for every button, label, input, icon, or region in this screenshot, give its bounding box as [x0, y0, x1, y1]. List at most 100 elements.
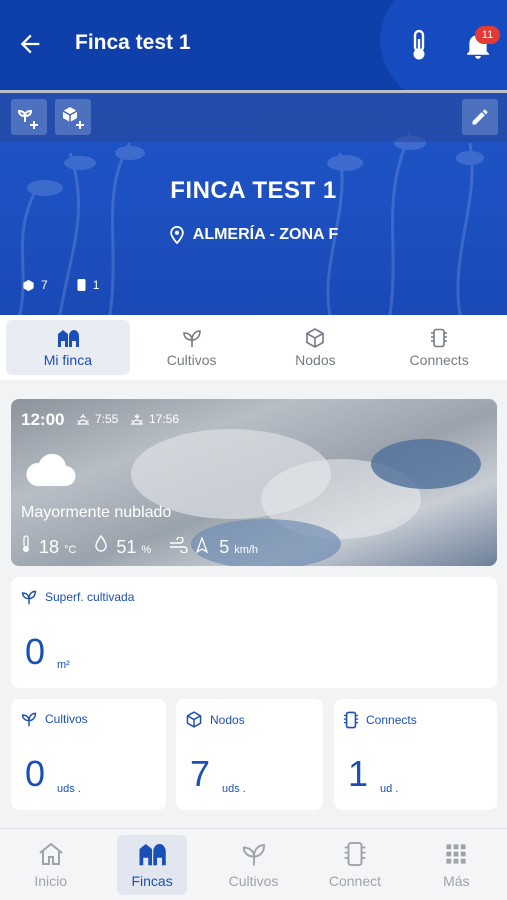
nav-item: Connect [315, 835, 395, 895]
nodes-unit: uds . [222, 783, 246, 795]
tab-mi-finca[interactable]: Mi finca [6, 320, 130, 375]
sunrise: 7:55 [75, 412, 118, 426]
nav-label: Inicio [34, 872, 68, 889]
nav-item: Cultivos [215, 835, 293, 895]
cloud-icon [23, 453, 77, 493]
surface-card[interactable]: Superf. cultivada 0 m² [11, 577, 497, 688]
cube-plus-icon [62, 107, 84, 129]
nodes-value: 7 [190, 753, 211, 794]
nodes-card-label: Nodos [210, 712, 245, 727]
crops-card-label: Cultivos [45, 712, 88, 726]
sprout-icon [182, 329, 201, 347]
weather-metrics: 18 °C 51 % 5 km/h [21, 535, 276, 558]
crops-value: 0 [25, 753, 46, 794]
sunset-time: 17:56 [149, 412, 180, 426]
nav-cultivos[interactable]: Cultivos [203, 835, 304, 894]
sky-bg [371, 439, 481, 489]
nav-connect[interactable]: Connect [304, 835, 405, 894]
tab-connects[interactable]: Connects [377, 320, 501, 375]
wind-unit: km/h [234, 544, 259, 556]
nodes-count-value: 7 [41, 278, 48, 292]
sprout-plus-icon [17, 109, 38, 129]
connects-card[interactable]: Connects 1 ud . [334, 699, 497, 810]
nav-label: Cultivos [228, 872, 279, 889]
surface-value: 0 [25, 631, 46, 672]
wind-icon [170, 537, 188, 553]
thermometer-icon [23, 535, 29, 552]
page-title: Finca test 1 [75, 31, 191, 54]
device-icon [344, 841, 366, 866]
surface-unit: m² [57, 659, 70, 671]
surface-card-label: Superf. cultivada [45, 590, 135, 604]
temperature-unit: °C [64, 544, 77, 556]
app-bar: Finca test 1 11 [0, 0, 507, 90]
sprout-icon [242, 843, 265, 865]
tab-label: Connects [409, 351, 469, 368]
cube-icon [23, 279, 34, 291]
hero-toolbar [0, 93, 507, 142]
nodes-card[interactable]: Nodos 7 uds . [176, 699, 323, 810]
nav-label: Connect [328, 872, 381, 889]
connects-value: 1 [348, 753, 369, 794]
sunset-icon [131, 414, 143, 425]
nodes-card-header: Nodos [185, 711, 245, 728]
connects-card-header: Connects [343, 711, 417, 729]
weather-card[interactable]: 12:00 7:55 17:56 Mayormente nublado 18 °… [11, 399, 497, 566]
nav-item: Inicio [20, 835, 81, 895]
crops-card-header: Cultivos [20, 711, 88, 727]
nav-fincas[interactable]: Fincas [101, 834, 202, 895]
connects-card-label: Connects [366, 713, 417, 727]
tab-label: Mi finca [43, 351, 92, 368]
temperature-value: 18 [39, 537, 60, 557]
tab-cultivos[interactable]: Cultivos [130, 320, 254, 375]
weather-description: Mayormente nublado [21, 504, 172, 521]
farm-location: ALMERÍA - ZONA F [0, 226, 507, 244]
arrow-left-icon[interactable] [12, 26, 48, 62]
nav-item: Más [429, 835, 483, 895]
sprout-icon [21, 712, 37, 727]
chip-icon [77, 279, 86, 291]
notification-badge: 11 [475, 26, 500, 44]
nav-mas[interactable]: Más [406, 835, 507, 894]
thermometer-icon[interactable] [404, 27, 434, 63]
farm-icon [57, 329, 79, 347]
nav-item: Fincas [117, 834, 187, 895]
nav-label: Fincas [131, 872, 173, 889]
tab-label: Cultivos [166, 351, 217, 368]
bottom-navigation: Inicio Fincas Cultivos Connect Más [0, 828, 507, 900]
farm-name: FINCA TEST 1 [170, 177, 337, 204]
connects-unit: ud . [380, 783, 399, 795]
weather-time: 12:00 [21, 410, 65, 429]
chip-icon [343, 711, 359, 729]
add-node-button[interactable] [55, 99, 91, 135]
humidity-value: 51 [116, 537, 137, 557]
edit-button[interactable] [462, 99, 498, 135]
crops-unit: uds . [57, 783, 81, 795]
sunrise-time: 7:55 [95, 412, 119, 426]
farm-icon [139, 843, 166, 865]
grid-icon [446, 843, 466, 864]
farm-counts: 7 1 [22, 278, 117, 292]
farm-location-text: ALMERÍA - ZONA F [192, 226, 339, 243]
crops-card[interactable]: Cultivos 0 uds . [11, 699, 166, 810]
cube-icon [186, 711, 202, 728]
home-icon [39, 842, 63, 865]
tab-nodos[interactable]: Nodos [254, 320, 378, 375]
pencil-icon [472, 109, 488, 125]
humidity-unit: % [141, 544, 152, 556]
chip-icon [431, 328, 448, 347]
droplet-icon [95, 535, 108, 552]
add-crop-button[interactable] [11, 99, 47, 135]
nav-label: Más [443, 872, 470, 889]
wind-direction-icon [196, 537, 209, 553]
sunrise-icon [77, 414, 89, 425]
farm-tabs: Mi finca Cultivos Nodos Connects [0, 315, 507, 380]
farm-hero: FINCA TEST 1 ALMERÍA - ZONA F 7 1 [0, 93, 507, 315]
connects-count-value: 1 [92, 278, 100, 292]
wind-value: 5 [219, 537, 230, 557]
cube-icon [306, 327, 325, 348]
sunset: 17:56 [129, 412, 179, 426]
sprout-icon [21, 590, 37, 605]
surface-card-header: Superf. cultivada [20, 589, 134, 605]
nav-inicio[interactable]: Inicio [0, 835, 101, 894]
